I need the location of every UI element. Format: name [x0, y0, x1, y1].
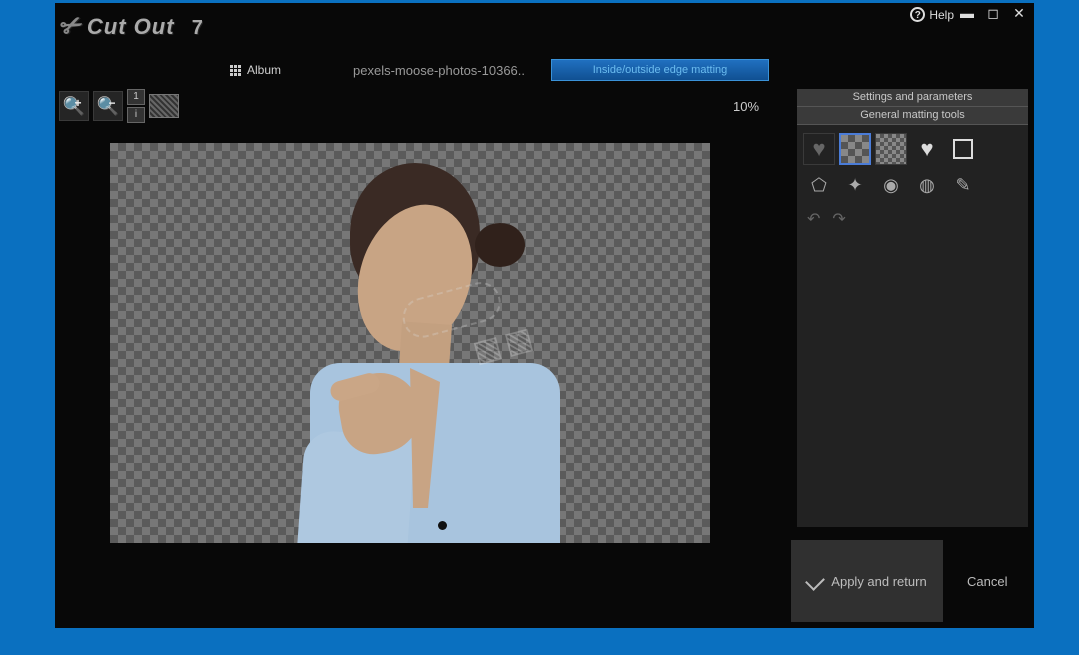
swirl-icon: ◉ — [883, 175, 899, 196]
right-panel: Settings and parameters General matting … — [797, 89, 1028, 527]
canvas[interactable]: ▧▧ — [110, 143, 710, 543]
brand-text: Cut Out — [87, 14, 175, 39]
zoom-in-button[interactable] — [59, 91, 89, 121]
version-text: 7 — [192, 17, 204, 39]
album-button[interactable]: Album — [230, 63, 281, 77]
settings-label: Settings and parameters — [853, 91, 973, 103]
app-brand: ✂ Cut Out 7 — [61, 10, 204, 41]
feather-icon: ✎ — [955, 175, 970, 196]
app-window: ✂ Cut Out 7 ? Help ▬ ◻ ✕ Album pexels-mo… — [55, 3, 1034, 628]
help-label: Help — [929, 8, 954, 22]
album-label: Album — [247, 63, 281, 77]
footer: Apply and return Cancel — [791, 537, 1031, 625]
redo-button[interactable]: ↷ — [832, 209, 845, 229]
zoom-out-button[interactable] — [93, 91, 123, 121]
filename-label: pexels-moose-photos-10366.. — [353, 63, 525, 78]
square-icon — [953, 139, 973, 159]
apply-button[interactable]: Apply and return — [791, 540, 943, 622]
mode-indicator[interactable]: Inside/outside edge matting — [551, 59, 769, 81]
tool-grid: ♥ ♥ ⬠ ✦ ◉ ◍ — [797, 125, 1028, 209]
cancel-label: Cancel — [967, 574, 1007, 589]
fit-screen-button[interactable]: i — [127, 107, 145, 123]
minimize-button[interactable]: ▬ — [958, 5, 976, 23]
scissors-icon: ✂ — [56, 7, 90, 45]
puzzle-icon: ✦ — [847, 175, 862, 196]
help-icon: ? — [910, 7, 925, 22]
close-button[interactable]: ✕ — [1010, 5, 1028, 23]
fit-width-button[interactable]: 1 — [127, 89, 145, 105]
bg-original-tool[interactable]: ♥ — [803, 133, 835, 165]
polygon-icon: ⬠ — [811, 175, 827, 196]
favorite-tool[interactable]: ♥ — [911, 133, 943, 165]
apply-label: Apply and return — [831, 574, 926, 589]
swirl-tool[interactable]: ◉ — [875, 169, 907, 201]
maximize-button[interactable]: ◻ — [984, 5, 1002, 23]
header-row: Album pexels-moose-photos-10366.. — [230, 59, 525, 81]
history-row: ↶ ↷ — [797, 209, 1028, 229]
bg-solid-tool[interactable] — [947, 133, 979, 165]
polygon-tool[interactable]: ⬠ — [803, 169, 835, 201]
feather-tool[interactable]: ✎ — [947, 169, 979, 201]
window-controls: ▬ ◻ ✕ — [958, 5, 1028, 23]
zoom-toolbar: 1 i — [59, 89, 179, 123]
checker-large-icon — [841, 135, 869, 163]
checker-small-icon — [876, 134, 906, 164]
puzzle-tool[interactable]: ✦ — [839, 169, 871, 201]
grid-icon — [230, 65, 241, 76]
settings-header[interactable]: Settings and parameters — [797, 89, 1028, 107]
globe-tool[interactable]: ◍ — [911, 169, 943, 201]
heart-icon: ♥ — [920, 136, 933, 162]
matting-header[interactable]: General matting tools — [797, 107, 1028, 125]
globe-icon: ◍ — [919, 175, 935, 196]
heart-icon: ♥ — [812, 136, 825, 162]
title-bar: ✂ Cut Out 7 ? Help ▬ ◻ ✕ — [55, 3, 1034, 58]
check-icon — [805, 571, 825, 591]
bg-checker-small-tool[interactable] — [875, 133, 907, 165]
matting-label: General matting tools — [860, 109, 965, 121]
bg-checker-large-tool[interactable] — [839, 133, 871, 165]
undo-button[interactable]: ↶ — [807, 209, 820, 229]
cancel-button[interactable]: Cancel — [967, 574, 1007, 589]
navigator-button[interactable] — [149, 94, 179, 118]
help-button[interactable]: ? Help — [910, 7, 954, 22]
mode-label: Inside/outside edge matting — [593, 64, 728, 76]
zoom-percent: 10% — [733, 99, 759, 114]
